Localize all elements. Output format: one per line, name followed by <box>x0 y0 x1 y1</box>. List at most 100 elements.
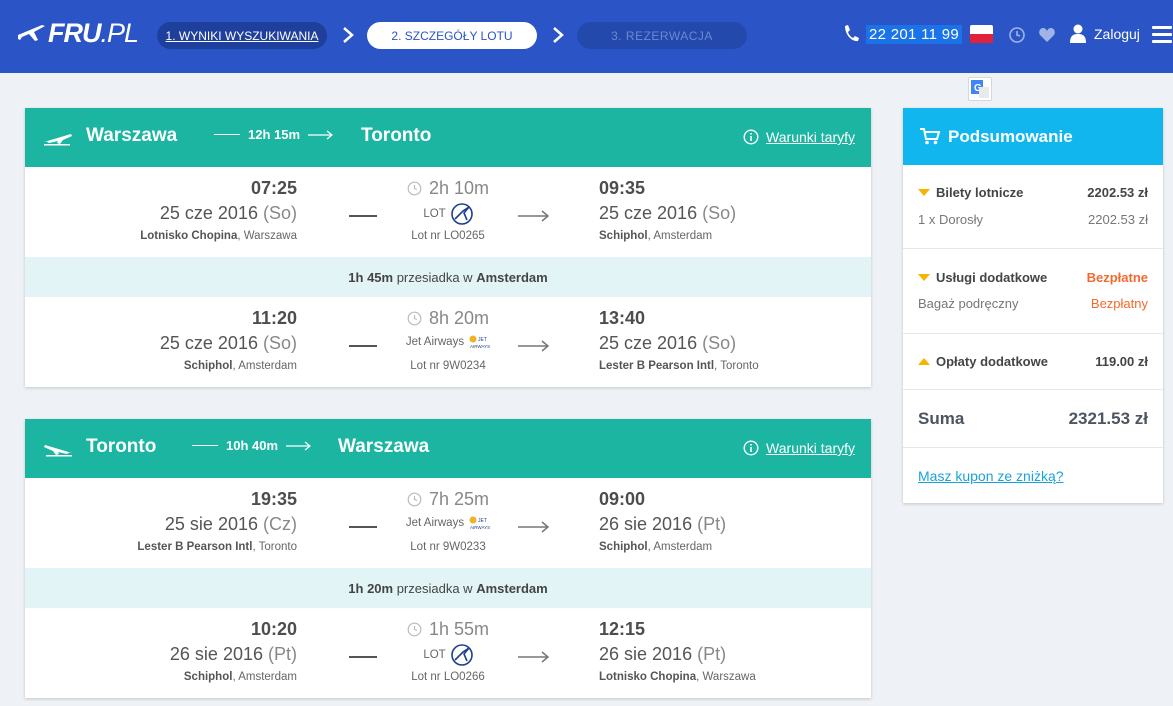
departure-airport: Lester B Pearson Intl, Toronto <box>137 541 297 553</box>
arrival-date: 26 sie 2016 (Pt) <box>599 644 727 664</box>
departure-date: 25 sie 2016 (Cz) <box>164 514 297 534</box>
caret-down-icon[interactable] <box>918 189 930 196</box>
clock-icon <box>407 181 422 196</box>
arrival-airport: Lotnisko Chopina, Warszawa <box>599 671 756 683</box>
origin-city: Warszawa <box>86 125 178 146</box>
arrow-right-icon <box>518 651 550 663</box>
divider <box>349 345 377 347</box>
arrival-time: 09:35 <box>599 178 646 198</box>
step-search-results[interactable]: 1. WYNIKI WYSZUKIWANIA <box>157 22 327 49</box>
segment-duration: 8h 20m <box>385 308 511 329</box>
arrow-right-icon <box>518 340 550 352</box>
arrow-right-icon <box>518 210 550 222</box>
departure-time: 07:25 <box>250 178 297 198</box>
plane-landing-icon <box>44 445 72 457</box>
total-duration: 12h 15m <box>206 127 334 142</box>
site-logo[interactable]: FRU.PL <box>16 17 139 48</box>
top-header: FRU.PL 1. WYNIKI WYSZUKIWANIA 2. SZCZEGÓ… <box>0 0 1173 73</box>
lot-crane-logo-icon <box>450 203 473 225</box>
logo-text: FRU.PL <box>48 17 139 48</box>
total-duration: 10h 40m <box>184 438 312 453</box>
clock-icon <box>407 492 422 507</box>
heart-icon[interactable] <box>1038 26 1056 44</box>
origin-city: Toronto <box>86 436 157 457</box>
airline: Jet Airways JET AIRWAYS <box>385 514 511 532</box>
destination-city: Toronto <box>361 125 432 146</box>
flight-card-return: Toronto 10h 40m Warszawa Warunki taryfy … <box>25 419 871 698</box>
flight-number: Lot nr 9W0233 <box>410 541 486 553</box>
lot-crane-logo-icon <box>450 644 473 666</box>
fare-terms-link[interactable]: Warunki taryfy <box>743 440 855 456</box>
airline: LOT <box>385 203 511 225</box>
flight-number: Lot nr 9W0234 <box>410 360 486 372</box>
arrival-date: 25 cze 2016 (So) <box>599 203 737 223</box>
svg-text:JET: JET <box>478 337 487 343</box>
chevron-right-icon <box>343 27 354 43</box>
caret-down-icon[interactable] <box>918 274 930 281</box>
phone-icon <box>845 25 859 42</box>
departure-time: 10:20 <box>250 619 297 639</box>
summary-total-section: Suma 2321.53 zł <box>903 390 1163 448</box>
coupon-link[interactable]: Masz kupon ze zniżką? <box>918 468 1064 484</box>
arrival-airport: Lester B Pearson Intl, Toronto <box>599 360 759 372</box>
plane-takeoff-icon <box>44 134 72 146</box>
fees-row: Opłaty dodatkowe 119.00 zł <box>918 354 1148 369</box>
jet-airways-logo-icon: JETAIRWAYS <box>469 516 490 530</box>
login-link[interactable]: Zaloguj <box>1094 26 1140 42</box>
flight-segment: 19:35 25 sie 2016 (Cz) Lester B Pearson … <box>25 478 871 568</box>
phone-number[interactable]: 22 201 11 99 <box>866 25 963 44</box>
step-flight-details[interactable]: 2. SZCZEGÓŁY LOTU <box>367 22 537 49</box>
departure-airport: Schiphol, Amsterdam <box>183 671 297 683</box>
svg-text:AIRWAYS: AIRWAYS <box>470 344 490 349</box>
destination-city: Warszawa <box>338 436 430 457</box>
departure-airport: Lotnisko Chopina, Warszawa <box>140 230 297 242</box>
segment-duration: 1h 55m <box>385 619 511 640</box>
cart-icon <box>920 128 940 145</box>
arrival-airport: Schiphol, Amsterdam <box>599 230 713 242</box>
history-icon[interactable] <box>1008 26 1026 44</box>
arrival-date: 26 sie 2016 (Pt) <box>599 514 727 534</box>
svg-text:JET: JET <box>478 518 487 524</box>
departure-time: 19:35 <box>250 489 297 509</box>
baggage-row: Bagaż podręczny Bezpłatny <box>918 296 1148 311</box>
flight-number: Lot nr LO0265 <box>411 230 485 242</box>
svg-text:AIRWAYS: AIRWAYS <box>470 525 490 530</box>
info-icon <box>743 129 759 145</box>
layover-info: 1h 45m przesiadka w Amsterdam <box>25 257 871 297</box>
jet-airways-logo-icon: JETAIRWAYS <box>469 335 490 349</box>
clock-icon <box>407 622 422 637</box>
summary-services-section: Usługi dodatkowe Bezpłatne Bagaż podręcz… <box>903 249 1163 334</box>
translate-icon[interactable]: G <box>968 77 992 101</box>
divider <box>349 656 377 658</box>
info-icon <box>743 440 759 456</box>
flight-card-header: Toronto 10h 40m Warszawa Warunki taryfy <box>25 419 871 478</box>
segment-duration: 7h 25m <box>385 489 511 510</box>
services-row: Usługi dodatkowe Bezpłatne <box>918 270 1148 285</box>
price-summary: Podsumowanie Bilety lotnicze 2202.53 zł … <box>903 108 1163 503</box>
layover-info: 1h 20m przesiadka w Amsterdam <box>25 568 871 608</box>
flight-card-outbound: Warszawa 12h 15m Toronto Warunki taryfy … <box>25 108 871 387</box>
total-row: Suma 2321.53 zł <box>918 409 1148 428</box>
departure-time: 11:20 <box>251 308 297 328</box>
step-reservation: 3. REZERWACJA <box>577 22 747 49</box>
summary-tickets-section: Bilety lotnicze 2202.53 zł 1 x Dorosły 2… <box>903 165 1163 249</box>
arrival-time: 12:15 <box>599 619 646 639</box>
arrival-airport: Schiphol, Amsterdam <box>599 541 713 553</box>
arrival-date: 25 cze 2016 (So) <box>599 333 737 353</box>
arrival-time: 09:00 <box>599 489 646 509</box>
flag-pl-icon[interactable] <box>970 25 993 43</box>
flight-segment: 07:25 25 cze 2016 (So) Lotnisko Chopina,… <box>25 167 871 257</box>
tickets-row: Bilety lotnicze 2202.53 zł <box>918 185 1148 200</box>
divider <box>349 526 377 528</box>
plane-logo-icon <box>18 25 45 41</box>
airline: Jet Airways JET AIRWAYS <box>385 333 511 351</box>
caret-up-icon[interactable] <box>918 358 930 365</box>
departure-date: 25 cze 2016 (So) <box>159 203 297 223</box>
arrival-time: 13:40 <box>599 308 646 328</box>
departure-airport: Schiphol, Amsterdam <box>183 360 297 372</box>
user-icon[interactable] <box>1069 24 1087 44</box>
departure-date: 26 sie 2016 (Pt) <box>169 644 297 664</box>
segment-duration: 2h 10m <box>385 178 511 199</box>
fare-terms-link[interactable]: Warunki taryfy <box>743 129 855 145</box>
menu-icon[interactable] <box>1152 26 1172 44</box>
